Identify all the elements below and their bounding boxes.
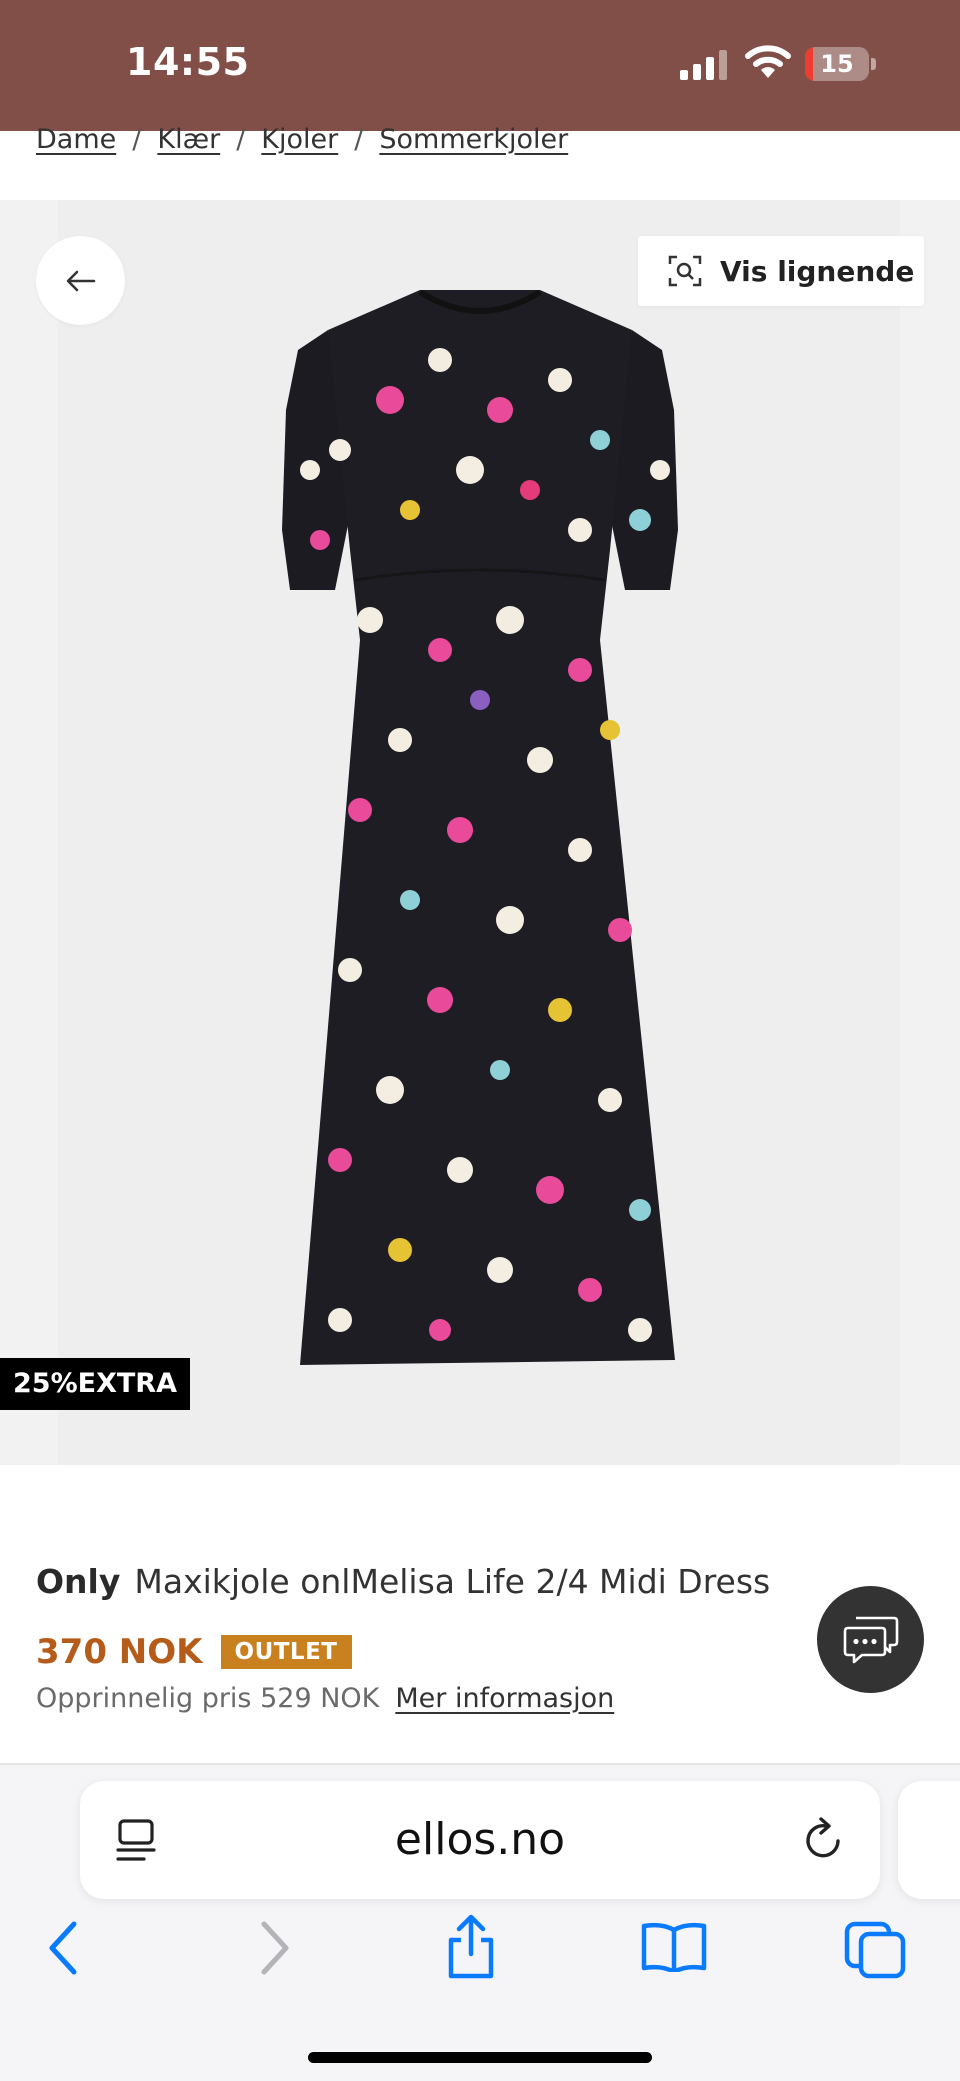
breadcrumb-link-klaer[interactable]: Klær	[157, 124, 220, 155]
breadcrumb-link-kjoler[interactable]: Kjoler	[261, 124, 338, 155]
battery-indicator: 15	[805, 47, 869, 81]
cellular-signal-icon	[680, 50, 727, 80]
visual-search-icon	[668, 255, 702, 287]
breadcrumb: Dame / Klær / Kjoler / Sommerkjoler	[36, 124, 569, 155]
chevron-right-icon[interactable]	[254, 1920, 294, 1976]
back-button[interactable]	[36, 236, 125, 325]
promo-badge: 25%EXTRA	[0, 1358, 190, 1410]
product-title: Only Maxikjole onlMelisa Life 2/4 Midi Dr…	[36, 1562, 770, 1601]
chevron-left-icon[interactable]	[44, 1920, 84, 1976]
battery-level: 15	[820, 50, 854, 78]
original-price: Opprinnelig pris 529 NOK	[36, 1683, 380, 1714]
next-tab-preview[interactable]	[898, 1781, 960, 1899]
breadcrumb-link-sommerkjoler[interactable]: Sommerkjoler	[379, 124, 568, 155]
show-similar-button[interactable]: Vis lignende	[638, 236, 924, 306]
arrow-left-icon	[66, 270, 95, 291]
chat-button[interactable]	[817, 1586, 924, 1693]
product-brand[interactable]: Only	[36, 1562, 120, 1601]
price-row: 370 NOK OUTLET	[36, 1632, 352, 1672]
address-bar[interactable]: ellos.no	[80, 1781, 880, 1899]
book-icon[interactable]	[640, 1922, 708, 1972]
show-similar-label: Vis lignende	[720, 254, 915, 288]
share-icon[interactable]	[443, 1914, 499, 1980]
url-text: ellos.no	[394, 1814, 566, 1865]
product-price: 370 NOK	[36, 1632, 203, 1672]
more-info-link[interactable]: Mer informasjon	[395, 1683, 614, 1714]
breadcrumb-link-dame[interactable]: Dame	[36, 124, 116, 155]
product-name: Maxikjole onlMelisa Life 2/4 Midi Dress	[134, 1562, 771, 1601]
wifi-icon	[745, 45, 791, 78]
tabs-icon[interactable]	[843, 1920, 907, 1980]
product-image[interactable]	[280, 290, 680, 1375]
status-bar: 14:55 15	[0, 0, 960, 131]
reload-icon[interactable]	[802, 1817, 846, 1863]
chat-bubble-icon	[843, 1616, 898, 1663]
outlet-badge: OUTLET	[220, 1635, 352, 1669]
status-time: 14:55	[126, 40, 250, 84]
original-price-row: Opprinnelig pris 529 NOK Mer informasjon	[36, 1683, 614, 1714]
home-indicator	[308, 2052, 652, 2063]
